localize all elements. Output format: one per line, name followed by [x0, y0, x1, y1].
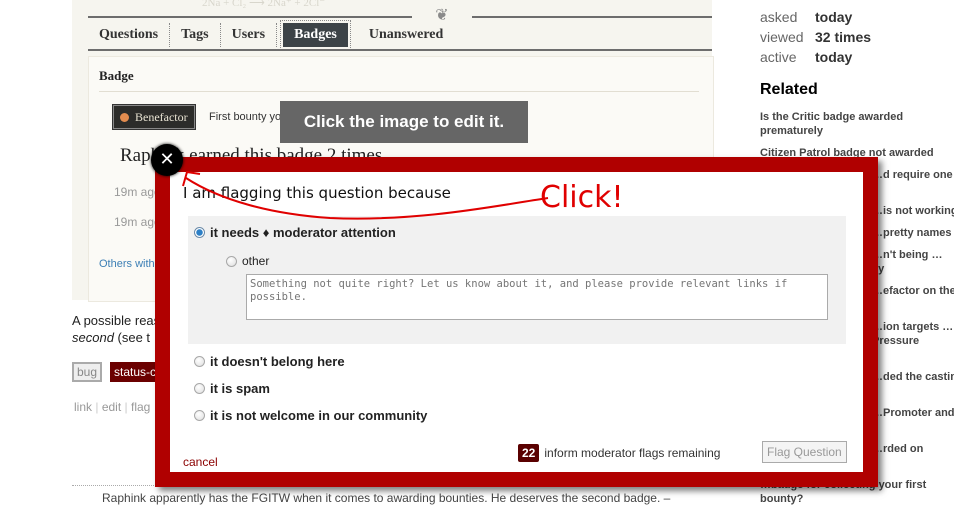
tag-bug[interactable]: bug: [72, 362, 103, 382]
related-link[interactable]: …n't being …lly: [872, 248, 952, 276]
edit-image-tooltip[interactable]: Click the image to edit it.: [280, 101, 528, 143]
flag-link[interactable]: flag: [131, 400, 150, 414]
comment-text: Raphink apparently has the FGITW when it…: [102, 491, 671, 505]
radio-checked-icon[interactable]: [194, 227, 205, 238]
stat-value: today: [815, 9, 853, 25]
flag-dialog: I am flagging this question because it n…: [155, 157, 878, 487]
emphasis: second: [72, 330, 114, 345]
radio-icon[interactable]: [226, 255, 237, 267]
radio-icon[interactable]: [194, 383, 205, 394]
separator: |: [124, 400, 128, 414]
nav-users[interactable]: Users: [221, 23, 278, 47]
nav-questions[interactable]: Questions: [88, 23, 171, 47]
panel-divider: [99, 91, 699, 92]
option-moderator-attention[interactable]: it needs ♦ moderator attention: [194, 225, 396, 240]
bronze-badge-icon: [120, 112, 129, 122]
header-rule: [88, 16, 712, 18]
radio-icon[interactable]: [194, 410, 205, 421]
stat-active: active today: [760, 49, 852, 65]
badge-benefactor[interactable]: Benefactor: [113, 105, 195, 129]
stat-value: 32 times: [815, 29, 872, 45]
stat-viewed: viewed 32 times: [760, 29, 871, 45]
nav-rule: [88, 49, 712, 51]
separator: |: [95, 400, 99, 414]
stat-label: asked: [760, 9, 798, 25]
option-doesnt-belong[interactable]: it doesn't belong here: [194, 354, 345, 369]
related-link[interactable]: …pretty names: [872, 226, 954, 240]
flags-remaining: 22 inform moderator flags remaining: [518, 444, 720, 462]
related-link[interactable]: …rded on: [872, 442, 954, 456]
option-label: it is spam: [210, 381, 270, 396]
nav-tags[interactable]: Tags: [170, 23, 221, 47]
nav-badges[interactable]: Badges: [280, 20, 351, 50]
related-link[interactable]: …is not working: [872, 204, 954, 218]
edit-link[interactable]: edit: [102, 400, 121, 414]
radio-icon[interactable]: [194, 356, 205, 367]
tag-status[interactable]: status-c: [110, 362, 161, 382]
option-not-welcome[interactable]: it is not welcome in our community: [194, 408, 427, 423]
related-link[interactable]: …ded the castin: [872, 370, 954, 384]
panel-title: Badge: [99, 68, 134, 83]
stat-label: viewed: [760, 29, 804, 45]
stat-value: today: [815, 49, 853, 65]
close-dialog-button[interactable]: ✕: [151, 144, 183, 176]
option-label: it doesn't belong here: [210, 354, 345, 369]
other-reason-input[interactable]: [246, 274, 828, 320]
option-other[interactable]: other: [226, 254, 269, 268]
dialog-title: I am flagging this question because: [183, 184, 451, 202]
flag-dialog-body: I am flagging this question because it n…: [170, 172, 863, 472]
moderator-attention-section: it needs ♦ moderator attention other: [188, 216, 846, 344]
related-link[interactable]: …ion targets …Pressure: [872, 320, 954, 348]
award-time: 19m ago: [114, 215, 161, 229]
main-nav: Questions Tags Users Badges Unanswered: [88, 20, 454, 50]
related-link[interactable]: Is the Critic badge awarded prematurely: [760, 110, 954, 138]
related-link[interactable]: …Promoter and: [872, 406, 954, 420]
option-label: it needs ♦ moderator attention: [210, 225, 396, 240]
option-label: it is not welcome in our community: [210, 408, 428, 423]
body-text: (see t: [113, 330, 151, 345]
nav-unanswered[interactable]: Unanswered: [358, 23, 454, 47]
option-spam[interactable]: it is spam: [194, 381, 270, 396]
related-link[interactable]: …efactor on the: [872, 284, 954, 298]
option-label: other: [242, 254, 270, 268]
stat-label: active: [760, 49, 797, 65]
link-link[interactable]: link: [74, 400, 92, 414]
cancel-link[interactable]: cancel: [183, 455, 218, 469]
flags-remaining-count: 22: [518, 444, 540, 462]
flag-question-button[interactable]: Flag Question: [762, 441, 847, 463]
close-icon: ✕: [159, 149, 175, 170]
stat-asked: asked today: [760, 9, 852, 25]
related-link[interactable]: …d require one: [872, 168, 954, 182]
award-time: 19m ago: [114, 185, 161, 199]
header-background-formula: 2Na + Cl₂ ⟶ 2Na⁺ + 2Cl⁻: [202, 0, 326, 9]
badge-name: Benefactor: [135, 109, 188, 124]
post-menu: link | edit | flag: [74, 400, 150, 414]
flags-remaining-text: inform moderator flags remaining: [544, 446, 721, 460]
related-heading: Related: [760, 81, 818, 98]
